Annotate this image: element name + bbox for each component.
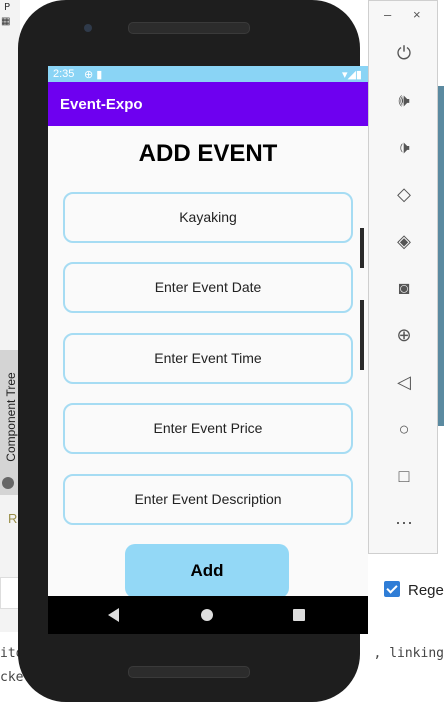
close-button[interactable]: × bbox=[413, 7, 421, 22]
ide-left-top-text: P bbox=[4, 2, 11, 13]
minimize-button[interactable]: – bbox=[384, 7, 391, 22]
regex-label: Regex bbox=[408, 582, 444, 599]
ide-search-input-fragment[interactable] bbox=[0, 577, 20, 609]
phone-screen: 2:35 ⊕ ▮ ▾◢▮ Event-Expo ADD EVENT Kayaki… bbox=[48, 66, 368, 634]
component-tree-label: Component Tree bbox=[4, 372, 18, 462]
code-line-1-right: , linking bbox=[373, 646, 444, 661]
phone-speaker-bottom bbox=[128, 666, 250, 678]
event-price-field[interactable]: Enter Event Price bbox=[63, 403, 353, 454]
regex-checkbox[interactable] bbox=[384, 581, 400, 597]
event-name-field[interactable]: Kayaking bbox=[63, 192, 353, 243]
volume-down-icon[interactable]: 🕩 bbox=[393, 136, 415, 158]
palette-icon: ▦ bbox=[1, 16, 11, 27]
phone-speaker-top bbox=[128, 22, 250, 34]
more-icon[interactable]: ⋯ bbox=[393, 512, 415, 534]
emulator-toolbar: – × ⏻ 🕪 🕩 ◇ ◈ ◙ ⊕ ◁ ○ □ ⋯ bbox=[368, 0, 438, 554]
rotate-left-icon[interactable]: ◇ bbox=[393, 183, 415, 205]
status-time: 2:35 bbox=[53, 68, 75, 80]
page-title: ADD EVENT bbox=[138, 140, 278, 167]
ide-left-top: P ▦ bbox=[0, 0, 18, 32]
home-icon[interactable]: ○ bbox=[393, 418, 415, 440]
add-button[interactable]: Add bbox=[125, 544, 289, 598]
component-tree-tab[interactable]: Component Tree bbox=[0, 350, 18, 495]
code-line-2: cke bbox=[0, 670, 24, 685]
rotate-right-icon[interactable]: ◈ bbox=[393, 230, 415, 252]
app-title: Event-Expo bbox=[60, 96, 143, 113]
back-icon[interactable]: ◁ bbox=[393, 371, 415, 393]
navigation-bar bbox=[48, 596, 368, 634]
camera-icon[interactable]: ◙ bbox=[393, 277, 415, 299]
overview-icon[interactable]: □ bbox=[393, 465, 415, 487]
phone-volume-button bbox=[360, 300, 364, 370]
component-tree-icon bbox=[2, 477, 14, 489]
phone-camera bbox=[84, 24, 92, 32]
notification-icons: ⊕ ▮ bbox=[84, 69, 103, 81]
phone-power-button bbox=[360, 228, 364, 268]
volume-up-icon[interactable]: 🕪 bbox=[393, 89, 415, 111]
app-bar: Event-Expo bbox=[48, 82, 368, 126]
signal-battery-icons: ▾◢▮ bbox=[341, 69, 362, 81]
event-description-field[interactable]: Enter Event Description bbox=[63, 474, 353, 525]
zoom-icon[interactable]: ⊕ bbox=[393, 324, 415, 346]
nav-home-icon[interactable] bbox=[201, 609, 213, 621]
nav-back-icon[interactable] bbox=[108, 608, 119, 622]
nav-recents-icon[interactable] bbox=[293, 609, 305, 621]
phone-frame: 2:35 ⊕ ▮ ▾◢▮ Event-Expo ADD EVENT Kayaki… bbox=[18, 0, 368, 702]
event-date-field[interactable]: Enter Event Date bbox=[63, 262, 353, 313]
status-bar: 2:35 ⊕ ▮ ▾◢▮ bbox=[48, 66, 368, 82]
power-icon[interactable]: ⏻ bbox=[393, 42, 415, 64]
ide-left-r: R bbox=[8, 511, 18, 526]
event-time-field[interactable]: Enter Event Time bbox=[63, 333, 353, 384]
